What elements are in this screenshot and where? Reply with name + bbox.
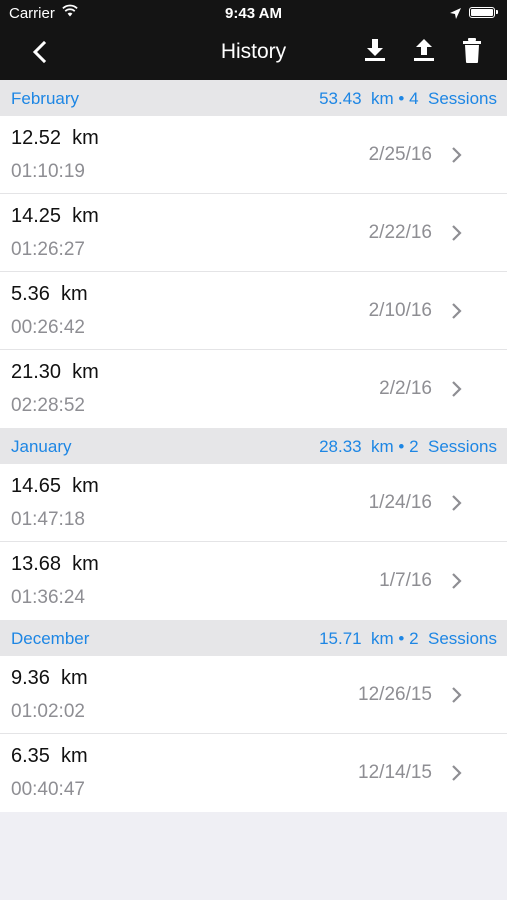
status-bar: Carrier 9:43 AM (0, 0, 507, 28)
session-date: 2/2/16 (379, 378, 432, 399)
chevron-right-icon (452, 147, 462, 163)
section-month: December (11, 629, 90, 648)
session-row[interactable]: 14.25 km 01:26:27 2/22/16 (0, 194, 507, 272)
chevron-right-icon (452, 765, 462, 781)
session-date: 2/22/16 (368, 222, 432, 243)
session-row[interactable]: 6.35 km 00:40:47 12/14/15 (0, 734, 507, 812)
session-distance: 13.68 km (11, 553, 99, 575)
history-list: February 53.43 km • 4 Sessions 12.52 km 01:… (0, 80, 507, 812)
session-duration: 01:10:19 (11, 161, 85, 182)
session-row[interactable]: 12.52 km 01:10:19 2/25/16 (0, 116, 507, 194)
session-duration: 01:36:24 (11, 587, 85, 608)
session-row[interactable]: 14.65 km 01:47:18 1/24/16 (0, 464, 507, 542)
session-distance: 12.52 km (11, 127, 99, 149)
chevron-right-icon (452, 573, 462, 589)
upload-icon (414, 39, 434, 61)
session-row[interactable]: 5.36 km 00:26:42 2/10/16 (0, 272, 507, 350)
session-duration: 01:02:02 (11, 701, 85, 722)
section-rows: 9.36 km 01:02:02 12/26/15 6.35 km 00:40:47 12… (0, 656, 507, 812)
session-distance: 9.36 km (11, 667, 88, 689)
battery-icon (469, 7, 498, 18)
session-duration: 00:26:42 (11, 317, 85, 338)
session-date: 2/10/16 (368, 300, 432, 321)
chevron-right-icon (452, 381, 462, 397)
session-distance: 14.65 km (11, 475, 99, 497)
trash-icon (463, 38, 481, 63)
top-bar: Carrier 9:43 AM History (0, 0, 507, 80)
session-distance: 6.35 km (11, 745, 88, 767)
section-month: January (11, 437, 72, 456)
delete-button[interactable] (457, 36, 487, 66)
session-distance: 14.25 km (11, 205, 99, 227)
status-time: 9:43 AM (225, 5, 282, 22)
session-date: 12/26/15 (358, 684, 432, 705)
download-icon (365, 39, 385, 61)
download-button[interactable] (360, 36, 390, 66)
section-header: December 15.71 km • 2 Sessions (0, 620, 507, 656)
session-date: 2/25/16 (368, 144, 432, 165)
session-duration: 00:40:47 (11, 779, 85, 800)
location-arrow-icon (450, 6, 461, 23)
chevron-right-icon (452, 225, 462, 241)
upload-button[interactable] (409, 36, 439, 66)
session-duration: 01:26:27 (11, 239, 85, 260)
chevron-right-icon (452, 303, 462, 319)
session-row[interactable]: 13.68 km 01:36:24 1/7/16 (0, 542, 507, 620)
session-duration: 01:47:18 (11, 509, 85, 530)
section-summary: 28.33 km • 2 Sessions (319, 437, 497, 456)
chevron-right-icon (452, 495, 462, 511)
session-row[interactable]: 21.30 km 02:28:52 2/2/16 (0, 350, 507, 428)
session-duration: 02:28:52 (11, 395, 85, 416)
section-header: February 53.43 km • 4 Sessions (0, 80, 507, 116)
session-date: 1/24/16 (368, 492, 432, 513)
section-month: February (11, 89, 80, 108)
section-header: January 28.33 km • 2 Sessions (0, 428, 507, 464)
session-date: 1/7/16 (379, 570, 432, 591)
navigation-bar: History (0, 28, 507, 80)
section-summary: 53.43 km • 4 Sessions (319, 89, 497, 108)
session-row[interactable]: 9.36 km 01:02:02 12/26/15 (0, 656, 507, 734)
session-date: 12/14/15 (358, 762, 432, 783)
section-rows: 14.65 km 01:47:18 1/24/16 13.68 km 01:36:24 1… (0, 464, 507, 620)
section-rows: 12.52 km 01:10:19 2/25/16 14.25 km 01:26:27 2… (0, 116, 507, 428)
session-distance: 21.30 km (11, 361, 99, 383)
session-distance: 5.36 km (11, 283, 88, 305)
section-summary: 15.71 km • 2 Sessions (319, 629, 497, 648)
chevron-right-icon (452, 687, 462, 703)
